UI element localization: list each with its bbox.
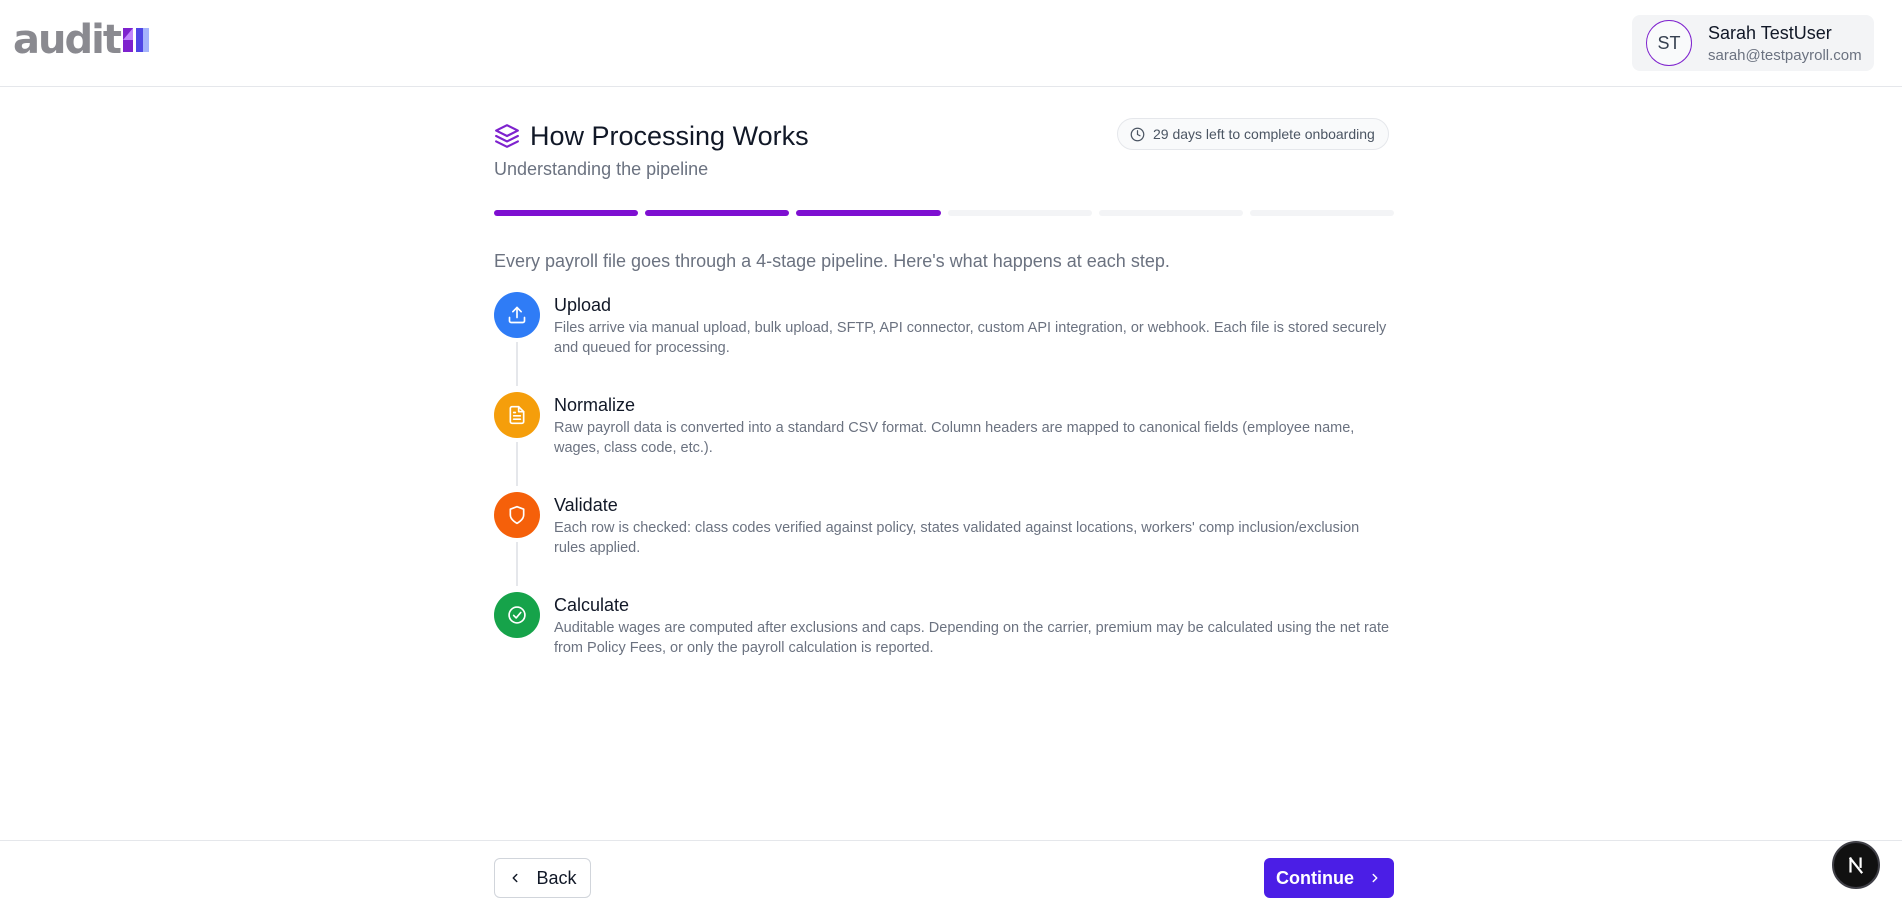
nextjs-logo-icon <box>1848 857 1864 874</box>
continue-label: Continue <box>1276 867 1354 888</box>
days-left-text: 29 days left to complete onboarding <box>1153 126 1375 142</box>
progress-segment-complete <box>796 210 941 216</box>
layers-icon <box>495 124 519 148</box>
progress-segment-complete <box>494 210 639 216</box>
progress-segment-pending <box>947 210 1092 216</box>
back-label: Back <box>536 867 577 888</box>
page-subtitle: Understanding the pipeline <box>494 159 709 179</box>
step-connector <box>516 342 518 386</box>
step-icon-circle <box>494 292 540 338</box>
step-normalize: Normalize Raw payroll data is converted … <box>494 392 1394 492</box>
logo[interactable]: audit <box>13 17 151 63</box>
step-title: Normalize <box>554 395 636 415</box>
progress-bar <box>494 210 1395 216</box>
clock-icon <box>1130 127 1145 141</box>
progress-segment-complete <box>645 210 790 216</box>
progress-segment-pending <box>1098 210 1243 216</box>
step-connector <box>516 442 518 486</box>
step-icon-circle <box>494 392 540 438</box>
step-title: Calculate <box>554 595 630 615</box>
chevron-right-icon <box>1372 873 1378 883</box>
step-validate: Validate Each row is checked: class code… <box>494 492 1394 592</box>
logo-text: audit <box>13 17 122 63</box>
avatar: ST <box>1646 20 1692 66</box>
progress-segment-pending <box>1249 210 1395 216</box>
back-button[interactable]: Back <box>494 858 591 898</box>
step-description: Files arrive via manual upload, bulk upl… <box>554 320 1387 356</box>
upload-icon <box>508 306 526 324</box>
page-title: How Processing Works <box>530 120 809 151</box>
step-description: Auditable wages are computed after exclu… <box>554 620 1390 656</box>
step-title: Upload <box>554 295 612 315</box>
shield-icon <box>509 505 525 525</box>
step-title: Validate <box>554 495 618 515</box>
days-left-badge: 29 days left to complete onboarding <box>1117 118 1389 150</box>
logo-mark-icon <box>122 28 149 52</box>
pipeline-steps: Upload Files arrive via manual upload, b… <box>494 292 1394 692</box>
step-calculate: Calculate Auditable wages are computed a… <box>494 592 1394 692</box>
step-description: Each row is checked: class codes verifie… <box>554 520 1360 556</box>
step-icon-circle <box>494 592 540 638</box>
user-name: Sarah TestUser <box>1708 23 1832 43</box>
user-menu[interactable]: ST Sarah TestUser sarah@testpayroll.com <box>1632 15 1874 71</box>
chevron-left-icon <box>513 873 518 883</box>
user-email: sarah@testpayroll.com <box>1708 47 1862 64</box>
intro-text: Every payroll file goes through a 4-stag… <box>494 251 1170 271</box>
step-description: Raw payroll data is converted into a sta… <box>554 420 1355 456</box>
continue-button[interactable]: Continue <box>1264 858 1394 898</box>
step-connector <box>516 542 518 586</box>
check-circle-icon <box>508 606 526 624</box>
step-icon-circle <box>494 492 540 538</box>
title-row: How Processing Works <box>494 118 809 154</box>
step-upload: Upload Files arrive via manual upload, b… <box>494 292 1394 392</box>
footer-nav: Back Continue <box>0 840 1902 908</box>
file-text-icon <box>509 405 525 425</box>
top-bar: audit ST Sarah TestUser sarah@testpayrol… <box>0 0 1902 87</box>
nextjs-dev-indicator[interactable] <box>1832 841 1880 889</box>
